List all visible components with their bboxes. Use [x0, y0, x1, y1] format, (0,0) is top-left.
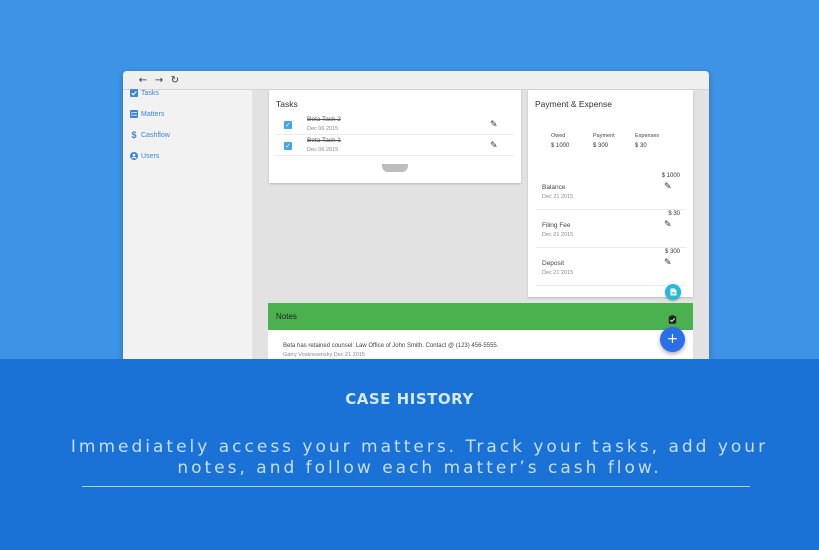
summary-label: Payment	[593, 133, 615, 139]
browser-window: ← → ↻ Tasks Matters $ Cashflow Users Tas…	[123, 71, 709, 359]
forward-arrow-icon[interactable]: →	[153, 75, 165, 86]
dollar-icon: $	[131, 130, 137, 140]
tasks-card: Tasks ✓ Beta Task 2 Dec 06 2015 ✎ ✓ Beta…	[269, 90, 521, 183]
payment-row[interactable]: $ 1000 Balance Dec 21 2015 ✎	[536, 172, 686, 210]
notes-header: Notes	[268, 303, 693, 330]
sidebar-item-label: Cashflow	[141, 131, 170, 139]
list-icon	[130, 110, 138, 118]
sidebar-item-label: Users	[141, 152, 160, 160]
task-row[interactable]: ✓ Beta Task 2 Dec 06 2015 ✎	[276, 115, 514, 135]
task-row[interactable]: ✓ Beta Task 1 Dec 06 2015 ✎	[276, 136, 514, 156]
sidebar: Tasks Matters $ Cashflow Users	[123, 89, 253, 359]
sidebar-item-label: Tasks	[141, 89, 159, 97]
note-meta: Garry Voskresensky Dec 21 2015	[283, 352, 365, 358]
payment-amount: $ 30	[668, 211, 680, 217]
tasks-title: Tasks	[276, 99, 298, 109]
promo-tagline: Immediately access your matters. Track y…	[70, 437, 769, 478]
payment-date: Dec 21 2015	[542, 194, 574, 200]
back-arrow-icon[interactable]: ←	[137, 75, 149, 86]
clipboard-icon[interactable]	[668, 311, 677, 324]
sidebar-item-tasks[interactable]: Tasks	[130, 86, 159, 100]
payment-title: Payment & Expense	[535, 99, 613, 109]
add-document-button[interactable]	[665, 284, 681, 300]
edit-icon[interactable]: ✎	[664, 221, 672, 230]
edit-icon[interactable]: ✎	[664, 183, 672, 192]
payment-row[interactable]: $ 300 Deposit Dec 21 2015 ✎	[536, 248, 686, 286]
notes-body: Beta has retained counsel: Law Office of…	[268, 330, 693, 359]
payment-expense-card: Payment & Expense Owed $ 1000 Payment $ …	[528, 90, 693, 297]
note-text: Beta has retained counsel: Law Office of…	[283, 343, 499, 349]
task-name: Beta Task 2	[307, 116, 341, 123]
reload-icon[interactable]: ↻	[169, 75, 181, 86]
payment-amount: $ 1000	[661, 173, 680, 179]
browser-toolbar: ← → ↻	[123, 71, 709, 90]
payment-label: Balance	[542, 184, 566, 191]
task-checkbox[interactable]: ✓	[284, 142, 292, 150]
edit-icon[interactable]: ✎	[490, 121, 498, 130]
promo-headline: CASE HISTORY	[345, 390, 474, 408]
payment-amount: $ 300	[664, 249, 680, 255]
summary-value: $ 300	[593, 143, 609, 149]
task-date: Dec 06 2015	[307, 147, 339, 153]
payment-label: Filing Fee	[542, 222, 571, 229]
summary-label: Expenses	[635, 133, 660, 139]
task-date: Dec 06 2015	[307, 126, 339, 132]
payment-label: Deposit	[542, 260, 565, 267]
document-icon	[670, 288, 676, 296]
edit-icon[interactable]: ✎	[490, 142, 498, 151]
task-name: Beta Task 1	[307, 137, 341, 144]
add-button[interactable]: +	[660, 327, 685, 352]
payment-date: Dec 21 2015	[542, 270, 574, 276]
checkbox-icon	[130, 89, 138, 97]
user-icon	[130, 152, 138, 160]
summary-value: $ 1000	[551, 143, 570, 149]
summary-label: Owed	[551, 133, 566, 139]
sidebar-item-cashflow[interactable]: $ Cashflow	[130, 128, 170, 142]
scroll-tab[interactable]	[382, 164, 408, 172]
payment-row[interactable]: $ 30 Filing Fee Dec 21 2015 ✎	[536, 210, 686, 248]
edit-icon[interactable]: ✎	[664, 259, 672, 268]
sidebar-item-matters[interactable]: Matters	[130, 107, 164, 121]
notes-title: Notes	[276, 312, 297, 321]
task-checkbox[interactable]: ✓	[284, 121, 292, 129]
summary-value: $ 30	[635, 143, 647, 149]
sidebar-item-users[interactable]: Users	[130, 149, 159, 163]
payment-date: Dec 21 2015	[542, 232, 574, 238]
plus-icon: +	[666, 331, 679, 347]
divider	[82, 486, 750, 487]
sidebar-item-label: Matters	[141, 110, 165, 118]
